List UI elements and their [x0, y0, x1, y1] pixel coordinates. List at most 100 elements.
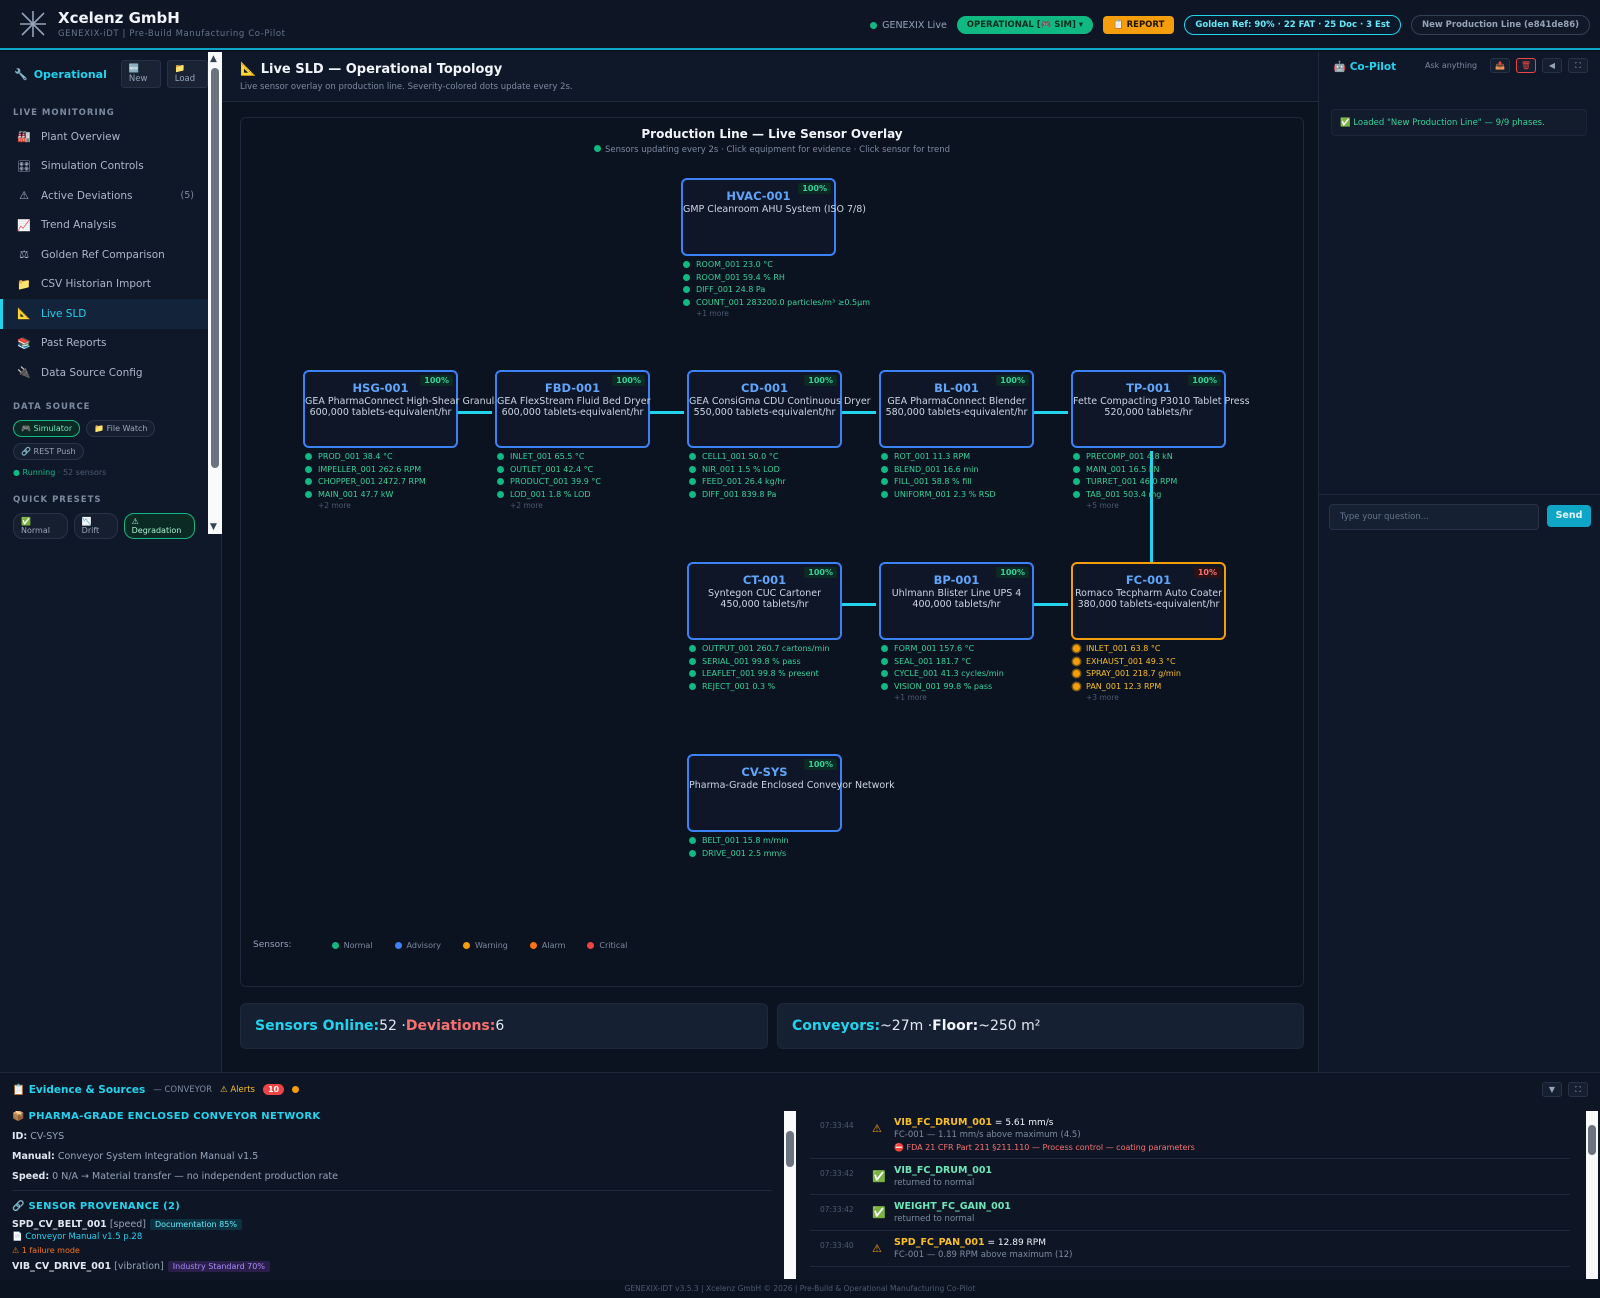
sensor-reading[interactable]: ROT_001 11.3 RPM [881, 450, 996, 463]
equipment-tp-001[interactable]: 100% TP-001 Fette Compacting P3010 Tablet … [1071, 370, 1250, 448]
sensor-reading[interactable]: PAN_001 12.3 RPM [1073, 680, 1181, 693]
sensor-reading[interactable]: BELT_001 15.8 m/min [689, 834, 789, 847]
fullscreen-icon[interactable]: ⛶ [1568, 1082, 1588, 1097]
equipment-fbd-001[interactable]: 100% FBD-001 GEA FlexStream Fluid Bed Drye… [495, 370, 651, 448]
sensor-reading[interactable]: DIFF_001 839.8 Pa [689, 488, 786, 501]
alert-item[interactable]: 07:33:44 ⚠ VIB_FC_DRUM_001 = 5.61 mm/s FC-0… [810, 1111, 1570, 1159]
sensor-reading[interactable]: PRODUCT_001 39.9 °C [497, 476, 601, 489]
more-sensors-link[interactable]: +2 more [497, 501, 601, 513]
sensor-reading[interactable]: ROOM_001 59.4 % RH [683, 271, 870, 284]
sensor-reading[interactable]: UNIFORM_001 2.3 % RSD [881, 488, 996, 501]
golden-ref-badge[interactable]: Golden Ref: 90% · 22 FAT · 25 Doc · 3 Es… [1184, 15, 1401, 35]
regulation-link[interactable]: ⛔ FDA 21 CFR Part 211 §211.110 — Process… [894, 1143, 1570, 1152]
sensor-reading[interactable]: CELL1_001 50.0 °C [689, 450, 786, 463]
equipment-fc-001[interactable]: 10% FC-001 Romaco Tecpharm Auto Coater 380,… [1071, 562, 1226, 640]
sensor-reading[interactable]: CYCLE_001 41.3 cycles/min [881, 668, 1004, 681]
equipment-cd-001[interactable]: 100% CD-001 GEA ConsiGma CDU Continuous Dr… [687, 370, 871, 448]
sensor-provenance-row[interactable]: SPD_CV_BELT_001 [speed] Documentation 85% [12, 1219, 772, 1230]
sensor-reading[interactable]: OUTLET_001 42.4 °C [497, 463, 601, 476]
sensor-reading[interactable]: CHOPPER_001 2472.7 RPM [305, 476, 426, 489]
sidebar-item-golden-ref-comparison[interactable]: ⚖ Golden Ref Comparison [0, 240, 208, 270]
sensor-reading[interactable]: PROD_001 38.4 °C [305, 450, 426, 463]
more-sensors-link[interactable]: +2 more [305, 501, 426, 513]
sensor-reading[interactable]: FILL_001 58.8 % fill [881, 476, 996, 489]
operational-mode-dropdown[interactable]: OPERATIONAL [🎮 SIM] ▾ [956, 16, 1094, 34]
alert-item[interactable]: 07:33:42 ✅ WEIGHT_FC_GAIN_001 returned to … [810, 1195, 1570, 1231]
sensor-reading[interactable]: IMPELLER_001 262.6 RPM [305, 463, 426, 476]
sensor-reading[interactable]: LEAFLET_001 99.8 % present [689, 668, 830, 681]
failure-mode-link[interactable]: ⚠ 1 failure mode [12, 1246, 772, 1255]
sensor-reading[interactable]: SEAL_001 181.7 °C [881, 655, 1004, 668]
sensor-reading[interactable]: COUNT_001 283200.0 particles/m³ ≥0.5µm [683, 296, 870, 309]
delete-icon[interactable]: 🗑 [1516, 58, 1536, 73]
sensor-reading[interactable]: BLEND_001 16.6 min [881, 463, 996, 476]
production-line-badge[interactable]: New Production Line (e841de86) [1410, 15, 1590, 35]
equipment-bp-001[interactable]: 100% BP-001 Uhlmann Blister Line UPS 4 400,… [879, 562, 1034, 640]
sensor-reading[interactable]: OUTPUT_001 260.7 cartons/min [689, 642, 830, 655]
sidebar-item-trend-analysis[interactable]: 📈 Trend Analysis [0, 211, 208, 241]
preset-drift-button[interactable]: 📉 Drift [73, 512, 118, 539]
expand-icon[interactable]: ⛶ [1568, 58, 1588, 73]
report-button[interactable]: 📋 REPORT [1103, 16, 1175, 34]
equipment-cv-sys[interactable]: 100% CV-SYS Pharma-Grade Enclosed Conveyor… [687, 754, 895, 832]
collapse-panel-icon[interactable]: ▼ [1542, 1082, 1562, 1097]
sensor-reading[interactable]: REJECT_001 0.3 % [689, 680, 830, 693]
alert-item[interactable]: 07:33:40 ⚠ SPD_FC_PAN_001 = 12.89 RPM FC-00… [810, 1231, 1570, 1267]
sensor-reading[interactable]: NIR_001 1.5 % LOD [689, 463, 786, 476]
alerts-scrollbar[interactable] [1586, 1111, 1598, 1279]
preset-normal-button[interactable]: ✅ Normal [13, 512, 68, 539]
preset-degradation-button[interactable]: ⚠ Degradation [123, 512, 195, 539]
more-sensors-link[interactable]: +1 more [683, 309, 870, 321]
scroll-down-icon[interactable]: ▼ [210, 522, 217, 532]
equipment-hvac-001[interactable]: 100% HVAC-001 GMP Cleanroom AHU System (IS… [681, 178, 866, 256]
sidebar-item-data-source-config[interactable]: 🔌 Data Source Config [0, 358, 208, 388]
sidebar-item-plant-overview[interactable]: 🏭 Plant Overview [0, 122, 208, 152]
sensor-reading[interactable]: ROOM_001 23.0 °C [683, 258, 870, 271]
evidence-scroll-thumb[interactable] [786, 1131, 794, 1167]
equipment-bl-001[interactable]: 100% BL-001 GEA PharmaConnect Blender 580,0… [879, 370, 1034, 448]
sensor-reading[interactable]: DRIVE_001 2.5 mm/s [689, 847, 789, 860]
sidebar-item-live-sld[interactable]: 📐 Live SLD [0, 299, 208, 329]
sensor-reading[interactable]: LOD_001 1.8 % LOD [497, 488, 601, 501]
sensor-reading[interactable]: SERIAL_001 99.8 % pass [689, 655, 830, 668]
equipment-ct-001[interactable]: 100% CT-001 Syntegon CUC Cartoner 450,000 t… [687, 562, 842, 640]
sensor-reading[interactable]: TURRET_001 46.0 RPM [1073, 476, 1177, 489]
sensor-reading[interactable]: VISION_001 99.8 % pass [881, 680, 1004, 693]
sidebar-scrollbar[interactable]: ▲ ▼ [208, 52, 222, 534]
equipment-hsg-001[interactable]: 100% HSG-001 GEA PharmaConnect High-Shear … [303, 370, 514, 448]
sensor-reading[interactable]: EXHAUST_001 49.3 °C [1073, 655, 1181, 668]
more-sensors-link[interactable]: +3 more [1073, 693, 1181, 705]
collapse-icon[interactable]: ◀ [1542, 58, 1562, 73]
sidebar-scroll-thumb[interactable] [211, 68, 219, 468]
sensor-reading[interactable]: FEED_001 26.4 kg/hr [689, 476, 786, 489]
sensor-reading[interactable]: MAIN_001 47.7 kW [305, 488, 426, 501]
alert-item[interactable]: 07:33:42 ✅ VIB_FC_DRUM_001 returned to nor… [810, 1159, 1570, 1195]
evidence-scrollbar[interactable] [784, 1111, 796, 1279]
source-rest-push-button[interactable]: 🔗 REST Push [13, 442, 84, 460]
sensor-reading[interactable]: DIFF_001 24.8 Pa [683, 284, 870, 297]
sensor-provenance-row[interactable]: VIB_CV_DRIVE_001 [vibration] Industry Sta… [12, 1261, 772, 1272]
scroll-up-icon[interactable]: ▲ [210, 54, 217, 64]
more-sensors-link[interactable]: +5 more [1073, 501, 1177, 513]
sensor-reading[interactable]: PRECOMP_001 4.8 kN [1073, 450, 1177, 463]
sidebar-item-simulation-controls[interactable]: 🎛 Simulation Controls [0, 152, 208, 182]
source-file-watch-button[interactable]: 📁 File Watch [86, 419, 156, 437]
source-simulator-button[interactable]: 🎮 Simulator [13, 419, 81, 437]
new-button[interactable]: 🆕 New [120, 60, 161, 88]
copilot-question-input[interactable]: Type your question... [1329, 504, 1539, 530]
sensor-reading[interactable]: INLET_001 63.8 °C [1073, 642, 1181, 655]
sensor-reading[interactable]: FORM_001 157.6 °C [881, 642, 1004, 655]
more-sensors-link[interactable]: +1 more [881, 693, 1004, 705]
sidebar-item-active-deviations[interactable]: ⚠ Active Deviations (5) [0, 181, 208, 211]
sensor-reading[interactable]: TAB_001 503.4 mg [1073, 488, 1177, 501]
export-icon[interactable]: 📤 [1490, 58, 1510, 73]
sensor-reading[interactable]: SPRAY_001 218.7 g/min [1073, 668, 1181, 681]
sensor-reading[interactable]: INLET_001 65.5 °C [497, 450, 601, 463]
sensor-reading[interactable]: MAIN_001 16.5 kN [1073, 463, 1177, 476]
load-button[interactable]: 📁 Load [166, 60, 208, 88]
send-button[interactable]: Send [1547, 505, 1591, 527]
alerts-label[interactable]: ⚠ Alerts [220, 1085, 255, 1095]
sidebar-item-past-reports[interactable]: 📚 Past Reports [0, 329, 208, 359]
sidebar-item-csv-historian-import[interactable]: 📁 CSV Historian Import [0, 270, 208, 300]
manual-link[interactable]: 📄 Conveyor Manual v1.5 p.28 [12, 1232, 772, 1242]
